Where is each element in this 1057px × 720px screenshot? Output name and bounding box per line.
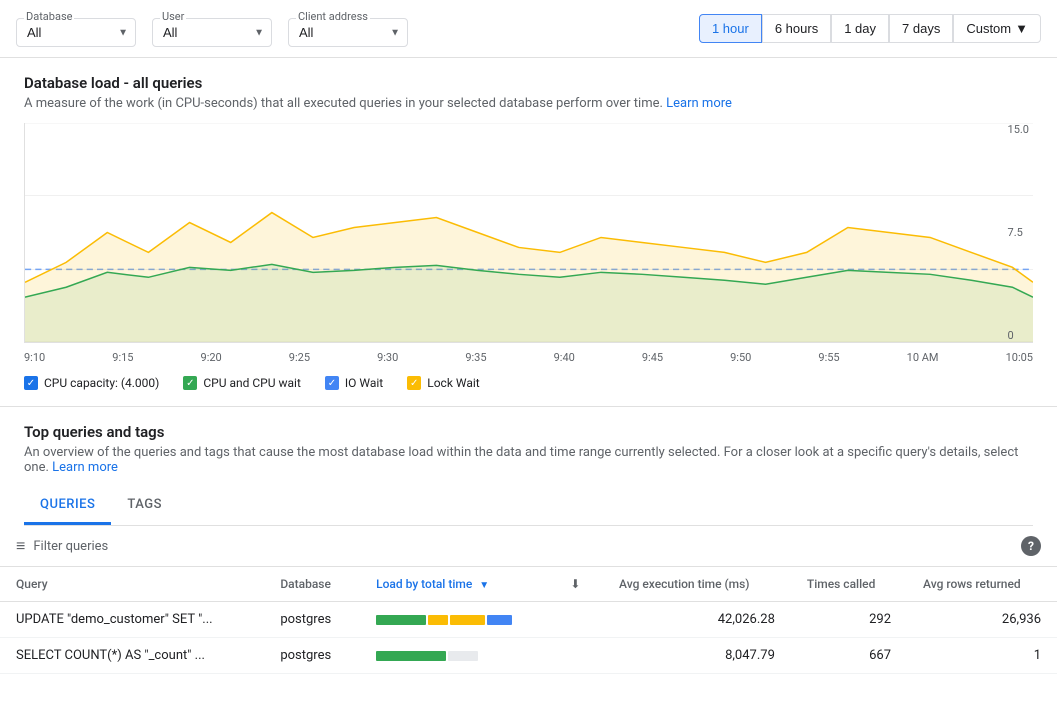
filter-queries-placeholder: Filter queries [33,539,108,554]
query-avg-rows: 1 [907,638,1057,674]
table-header-row: Query Database Load by total time ▼ ⬇ Av… [0,567,1057,602]
legend-lock-wait[interactable]: ✓ Lock Wait [407,376,479,390]
y-label-mid: 7.5 [1008,226,1029,239]
tabs: QUERIES TAGS [24,487,1033,526]
time-btn-7days[interactable]: 7 days [889,14,953,43]
time-btn-custom[interactable]: Custom ▼ [953,14,1041,43]
tab-tags[interactable]: TAGS [111,487,178,525]
chart-learn-more-link[interactable]: Learn more [666,96,732,111]
table-row[interactable]: UPDATE "demo_customer" SET "... postgres… [0,602,1057,638]
chart-title: Database load - all queries [24,74,1033,92]
x-labels: 9:10 9:15 9:20 9:25 9:30 9:35 9:40 9:45 … [24,347,1033,364]
query-load-spacer [554,638,603,674]
load-bar-green [376,651,446,661]
y-label-top: 15.0 [1008,123,1029,136]
legend-cpu-wait[interactable]: ✓ CPU and CPU wait [183,376,301,390]
col-database: Database [264,567,360,602]
download-icon: ⬇ [570,577,580,591]
query-load-bar [360,638,554,674]
filter-lines-icon: ≡ [16,536,25,556]
query-times-called: 667 [791,638,907,674]
col-query: Query [0,567,264,602]
col-download[interactable]: ⬇ [554,567,603,602]
legend-lock-wait-label: Lock Wait [427,376,479,390]
custom-label: Custom [966,21,1011,36]
y-label-bottom: 0 [1008,329,1029,342]
legend-io-wait-label: IO Wait [345,376,383,390]
time-btn-1day[interactable]: 1 day [831,14,889,43]
filter-input-wrapper: ≡ Filter queries [16,536,108,556]
y-labels: 15.0 7.5 0 [1004,123,1033,342]
query-avg-exec: 8,047.79 [603,638,791,674]
help-icon[interactable]: ? [1021,536,1041,556]
load-bar-green [376,615,426,625]
col-avg-exec: Avg execution time (ms) [603,567,791,602]
chevron-down-icon: ▼ [1015,21,1028,36]
user-label: User [160,10,186,23]
user-filter: User All [152,10,272,47]
legend-cpu-wait-checkbox[interactable]: ✓ [183,376,197,390]
queries-section: Top queries and tags An overview of the … [0,407,1057,526]
load-bar-blue [487,615,512,625]
query-avg-rows: 26,936 [907,602,1057,638]
query-database: postgres [264,602,360,638]
chart-svg [25,123,1033,342]
query-load-spacer [554,602,603,638]
database-filter: Database All [16,10,136,47]
load-bar-orange-1 [428,615,448,625]
legend-cpu-wait-label: CPU and CPU wait [203,376,301,390]
legend-io-wait-checkbox[interactable]: ✓ [325,376,339,390]
time-btn-1hour[interactable]: 1 hour [699,14,762,43]
time-btn-6hours[interactable]: 6 hours [762,14,831,43]
query-database: postgres [264,638,360,674]
database-label: Database [24,10,74,23]
table-toolbar: ≡ Filter queries ? [0,526,1057,567]
legend-cpu-capacity-label: CPU capacity: (4.000) [44,376,159,390]
queries-description: An overview of the queries and tags that… [24,445,1033,475]
col-load[interactable]: Load by total time ▼ [360,567,554,602]
client-label: Client address [296,10,370,23]
load-bar-orange-2 [450,615,485,625]
legend-io-wait[interactable]: ✓ IO Wait [325,376,383,390]
load-bar-container [376,651,538,661]
legend-cpu-capacity-checkbox[interactable]: ✓ [24,376,38,390]
chart-wrapper: 15.0 7.5 0 9:10 9:15 9:20 9:25 9:30 9:35… [24,123,1033,364]
query-text: SELECT COUNT(*) AS "_count" ... [0,638,264,674]
legend-lock-wait-checkbox[interactable]: ✓ [407,376,421,390]
query-avg-exec: 42,026.28 [603,602,791,638]
filter-bar: Database All User All Client address All… [0,0,1057,58]
load-bar-container [376,615,538,625]
load-bar-gray [448,651,478,661]
col-avg-rows: Avg rows returned [907,567,1057,602]
sort-down-icon: ▼ [479,580,489,591]
tab-queries[interactable]: QUERIES [24,487,111,525]
legend-cpu-capacity[interactable]: ✓ CPU capacity: (4.000) [24,376,159,390]
query-text: UPDATE "demo_customer" SET "... [0,602,264,638]
queries-title: Top queries and tags [24,423,1033,441]
col-times-called: Times called [791,567,907,602]
query-load-bar [360,602,554,638]
queries-table: Query Database Load by total time ▼ ⬇ Av… [0,567,1057,674]
chart-section: Database load - all queries A measure of… [0,58,1057,406]
queries-learn-more-link[interactable]: Learn more [52,460,118,475]
table-row[interactable]: SELECT COUNT(*) AS "_count" ... postgres… [0,638,1057,674]
chart-description: A measure of the work (in CPU-seconds) t… [24,96,1033,111]
query-times-called: 292 [791,602,907,638]
client-filter: Client address All [288,10,408,47]
chart-legend: ✓ CPU capacity: (4.000) ✓ CPU and CPU wa… [24,376,1033,390]
chart-container: 15.0 7.5 0 [24,123,1033,343]
time-buttons: 1 hour 6 hours 1 day 7 days Custom ▼ [699,14,1041,43]
